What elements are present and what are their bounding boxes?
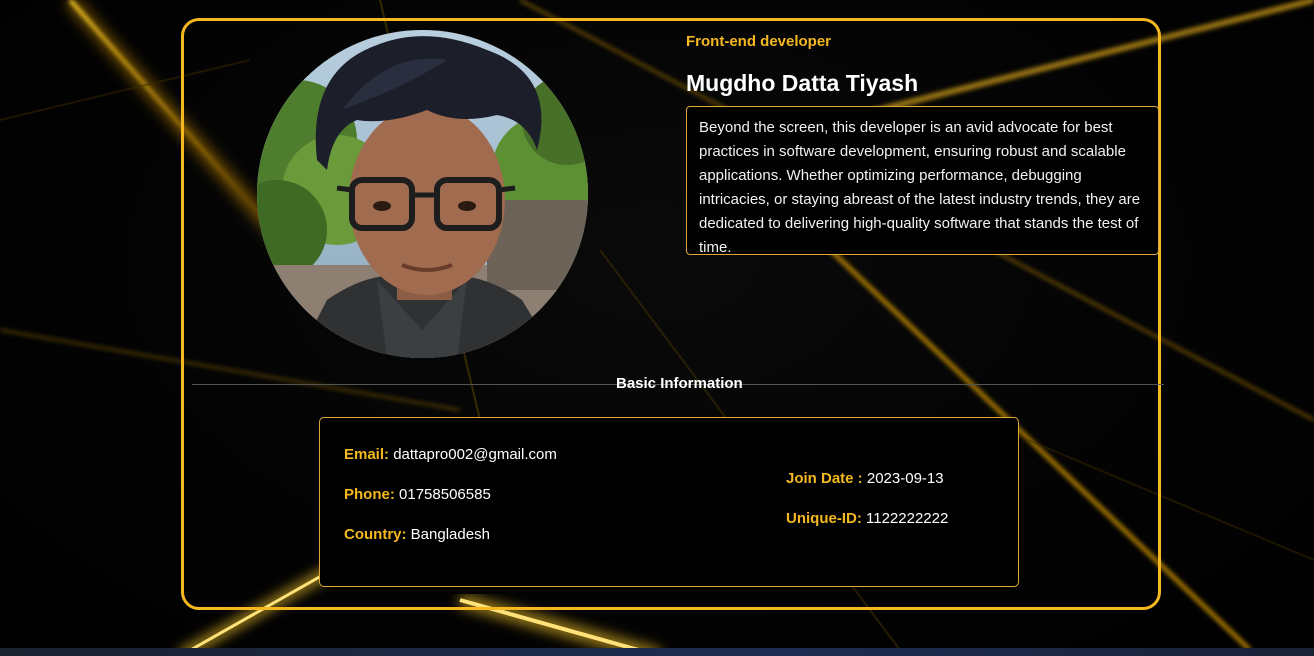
section-title: Basic Information: [616, 375, 743, 392]
phone-row: Phone: 01758506585: [344, 486, 491, 503]
profile-page: Front-end developer Mugdho Datta Tiyash …: [0, 0, 1314, 656]
phone-label: Phone:: [344, 486, 395, 503]
job-role: Front-end developer: [686, 33, 832, 50]
unique-id-label: Unique-ID:: [786, 510, 862, 527]
country-value: Bangladesh: [410, 526, 490, 543]
basic-info-box: Email: dattapro002@gmail.com Phone: 0175…: [319, 417, 1019, 587]
join-date-value: 2023-09-13: [866, 470, 944, 487]
email-row: Email: dattapro002@gmail.com: [344, 446, 557, 463]
country-label: Country:: [344, 526, 407, 543]
profile-name: Mugdho Datta Tiyash: [686, 70, 919, 96]
email-value: dattapro002@gmail.com: [393, 446, 557, 463]
unique-id-row: Unique-ID: 1122222222: [786, 510, 948, 527]
avatar: [257, 30, 588, 358]
join-date-label: Join Date :: [786, 470, 863, 487]
email-label: Email:: [344, 446, 390, 463]
unique-id-value: 1122222222: [866, 510, 949, 527]
profile-photo-icon: [257, 30, 588, 358]
bio-text: Beyond the screen, this developer is an …: [686, 106, 1159, 256]
phone-value: 01758506585: [399, 486, 491, 503]
country-row: Country: Bangladesh: [344, 526, 490, 543]
taskbar-strip: [0, 648, 1314, 656]
join-date-row: Join Date : 2023-09-13: [786, 470, 944, 487]
